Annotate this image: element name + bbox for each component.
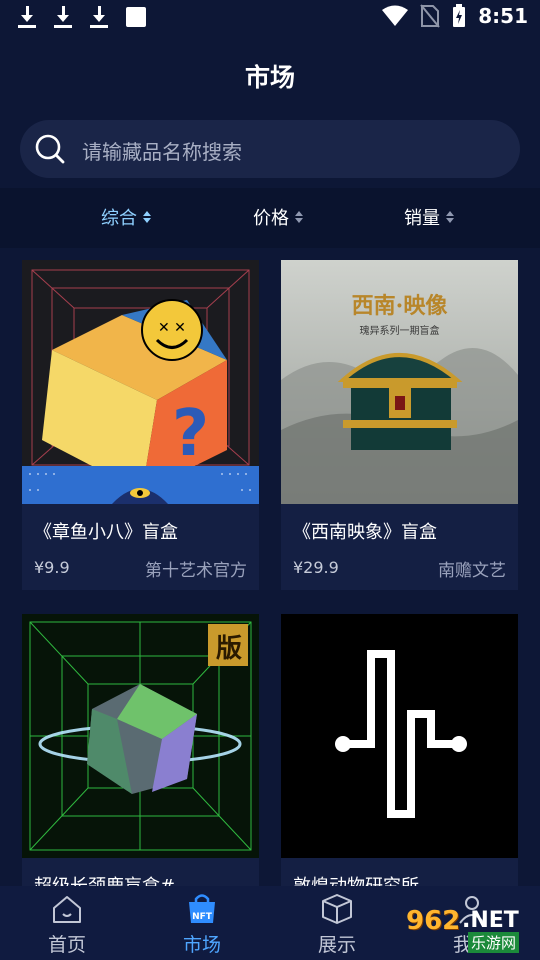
nav-market[interactable]: NFT 市场: [152, 892, 252, 957]
product-image: ✕ ✕ ?: [22, 260, 259, 504]
status-left: [18, 6, 146, 28]
sort-label: 销量: [404, 208, 440, 229]
wifi-icon: [382, 5, 409, 26]
no-sim-icon: [420, 4, 441, 28]
sort-arrows-icon: [295, 211, 303, 223]
site-watermark: 962 .NET 乐游网: [398, 906, 534, 954]
sort-sales[interactable]: 销量: [404, 204, 454, 230]
box-icon: [322, 894, 352, 924]
sort-label: 综合: [101, 208, 137, 229]
download-icon: [18, 6, 36, 28]
product-title: 《西南映象》盲盒: [293, 522, 437, 543]
svg-text:✕ ✕: ✕ ✕: [158, 320, 186, 336]
status-right: 8:51: [382, 4, 528, 28]
image-subtitle: 瑰异系列一期盲盒: [359, 326, 440, 337]
product-price: ¥29.9: [293, 558, 339, 577]
edition-badge: 版: [215, 634, 242, 664]
product-title: 超级长颈鹿盲盒#: [34, 872, 175, 886]
search-placeholder: 请输藏品名称搜索: [82, 140, 242, 164]
search-icon: [35, 134, 65, 164]
product-image: 西南·映像 瑰异系列一期盲盒: [281, 260, 518, 504]
product-maker: 南赡文艺: [438, 561, 506, 581]
nav-label: 首页: [47, 934, 86, 956]
product-title: 《章鱼小八》盲盒: [34, 522, 178, 543]
nav-display[interactable]: 展示: [287, 892, 387, 957]
watermark-number: 962: [406, 906, 461, 936]
product-card[interactable]: 敦煌动物研究所: [281, 614, 518, 886]
nav-home[interactable]: 首页: [17, 892, 117, 957]
nft-icon-text: NFT: [192, 912, 212, 922]
product-card[interactable]: ✕ ✕ ? 《章鱼小八》盲盒 ¥9.9 第十艺术官方: [22, 260, 259, 590]
search-input[interactable]: 请输藏品名称搜索: [20, 120, 520, 178]
svg-text:?: ?: [172, 397, 209, 471]
sort-bar: 综合 价格 销量: [0, 188, 540, 248]
sort-arrows-icon: [143, 211, 151, 223]
watermark-cn: 乐游网: [468, 932, 520, 953]
download-icon: [90, 6, 108, 28]
image-title: 西南·映像: [351, 293, 448, 319]
notification-square-icon: [126, 7, 146, 27]
nav-label: 市场: [182, 934, 221, 956]
sort-price[interactable]: 价格: [253, 204, 303, 230]
page-title: 市场: [244, 63, 295, 92]
clock: 8:51: [478, 4, 528, 28]
sort-arrows-icon: [446, 211, 454, 223]
watermark-suffix: .NET: [462, 908, 519, 933]
product-title: 敦煌动物研究所: [293, 872, 419, 886]
sort-comprehensive[interactable]: 综合: [101, 204, 151, 230]
product-price: ¥9.9: [34, 558, 70, 577]
nav-label: 展示: [317, 934, 356, 956]
status-bar: 8:51: [0, 0, 540, 36]
product-card[interactable]: 西南·映像 瑰异系列一期盲盒 《西南映象》盲盒 ¥29.9 南赡文艺: [281, 260, 518, 590]
home-icon: [53, 896, 81, 923]
sort-label: 价格: [253, 208, 289, 229]
product-maker: 第十艺术官方: [145, 561, 247, 581]
product-image: [281, 614, 518, 858]
product-image: 版: [22, 614, 259, 858]
download-icon: [54, 6, 72, 28]
product-card[interactable]: 版 超级长颈鹿盲盒#: [22, 614, 259, 886]
battery-charging-icon: [453, 4, 466, 27]
